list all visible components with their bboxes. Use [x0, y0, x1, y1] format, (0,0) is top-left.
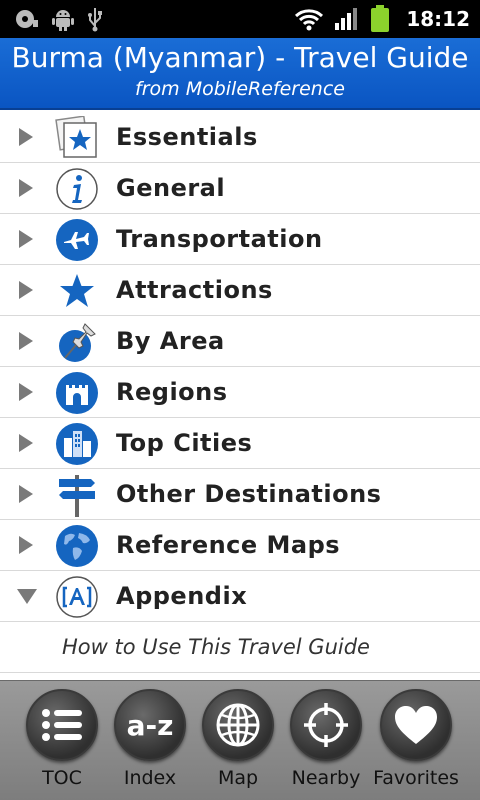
expand-arrow-icon[interactable] — [16, 469, 40, 519]
list-item-label: Attractions — [116, 276, 273, 304]
battery-icon — [370, 5, 390, 33]
list-item-label: Regions — [116, 378, 228, 406]
star-icon — [54, 268, 100, 314]
list-icon — [26, 689, 98, 761]
list-subitem-how-to-use[interactable]: How to Use This Travel Guide — [0, 622, 480, 673]
list-item-general[interactable]: General — [0, 163, 480, 214]
list-item-label: General — [116, 174, 226, 202]
info-icon — [54, 166, 100, 212]
app-header: Burma (Myanmar) - Travel Guide from Mobi… — [0, 38, 480, 110]
crosshair-icon — [290, 689, 362, 761]
expand-arrow-icon[interactable] — [16, 163, 40, 213]
list-item-label: Appendix — [116, 582, 248, 610]
nearby-button[interactable]: Nearby — [280, 681, 372, 800]
list-item-label: Other Destinations — [116, 480, 382, 508]
wifi-icon — [294, 7, 324, 31]
list-item-appendix[interactable]: Appendix — [0, 571, 480, 622]
signal-icon — [334, 7, 360, 31]
az-icon: a-z — [114, 689, 186, 761]
status-time: 18:12 — [406, 7, 470, 31]
disc-icon — [14, 8, 40, 30]
usb-icon — [86, 6, 104, 32]
signpost-icon — [54, 472, 100, 518]
favorites-button[interactable]: Favorites — [370, 681, 462, 800]
page-subtitle: from MobileReference — [135, 78, 345, 100]
toc-button[interactable]: TOC — [16, 681, 108, 800]
appendix-icon — [54, 574, 100, 620]
status-bar: 18:12 — [0, 0, 480, 38]
castle-icon — [54, 370, 100, 416]
toc-button-label: TOC — [42, 767, 82, 789]
list-item-essentials[interactable]: Essentials — [0, 112, 480, 163]
expand-arrow-icon[interactable] — [16, 112, 40, 162]
collapse-arrow-icon[interactable] — [16, 571, 40, 621]
map-button[interactable]: Map — [192, 681, 284, 800]
list-item-label: By Area — [116, 327, 225, 355]
expand-arrow-icon[interactable] — [16, 214, 40, 264]
list-item-by-area[interactable]: By Area — [0, 316, 480, 367]
pushpin-icon — [54, 319, 100, 365]
expand-arrow-icon[interactable] — [16, 316, 40, 366]
essentials-star-icon — [54, 115, 100, 161]
index-button[interactable]: a-z Index — [104, 681, 196, 800]
list-item-label: Essentials — [116, 123, 258, 151]
list-item-reference-maps[interactable]: Reference Maps — [0, 520, 480, 571]
list-item-top-cities[interactable]: Top Cities — [0, 418, 480, 469]
list-item-regions[interactable]: Regions — [0, 367, 480, 418]
toc-list: Essentials General Transportation Attrac… — [0, 112, 480, 680]
page-title: Burma (Myanmar) - Travel Guide — [11, 41, 469, 74]
az-glyph: a-z — [126, 708, 174, 742]
status-left-icons — [14, 6, 104, 32]
expand-arrow-icon[interactable] — [16, 418, 40, 468]
list-item-other-destinations[interactable]: Other Destinations — [0, 469, 480, 520]
list-item-attractions[interactable]: Attractions — [0, 265, 480, 316]
status-right-icons: 18:12 — [294, 5, 470, 33]
bottom-toolbar: TOC a-z Index Map Nearby Favorites — [0, 680, 480, 800]
globe-icon — [54, 523, 100, 569]
favorites-button-label: Favorites — [373, 767, 459, 789]
heart-icon — [380, 689, 452, 761]
list-item-transportation[interactable]: Transportation — [0, 214, 480, 265]
city-icon — [54, 421, 100, 467]
nearby-button-label: Nearby — [291, 767, 361, 789]
list-item-label: Reference Maps — [116, 531, 341, 559]
expand-arrow-icon[interactable] — [16, 265, 40, 315]
expand-arrow-icon[interactable] — [16, 520, 40, 570]
globe-grid-icon — [202, 689, 274, 761]
airplane-icon — [54, 217, 100, 263]
map-button-label: Map — [217, 767, 259, 789]
android-icon — [52, 7, 74, 31]
list-item-label: Transportation — [116, 225, 323, 253]
index-button-label: Index — [123, 767, 177, 789]
list-item-label: Top Cities — [116, 429, 253, 457]
list-subitem-label: How to Use This Travel Guide — [62, 635, 370, 659]
expand-arrow-icon[interactable] — [16, 367, 40, 417]
